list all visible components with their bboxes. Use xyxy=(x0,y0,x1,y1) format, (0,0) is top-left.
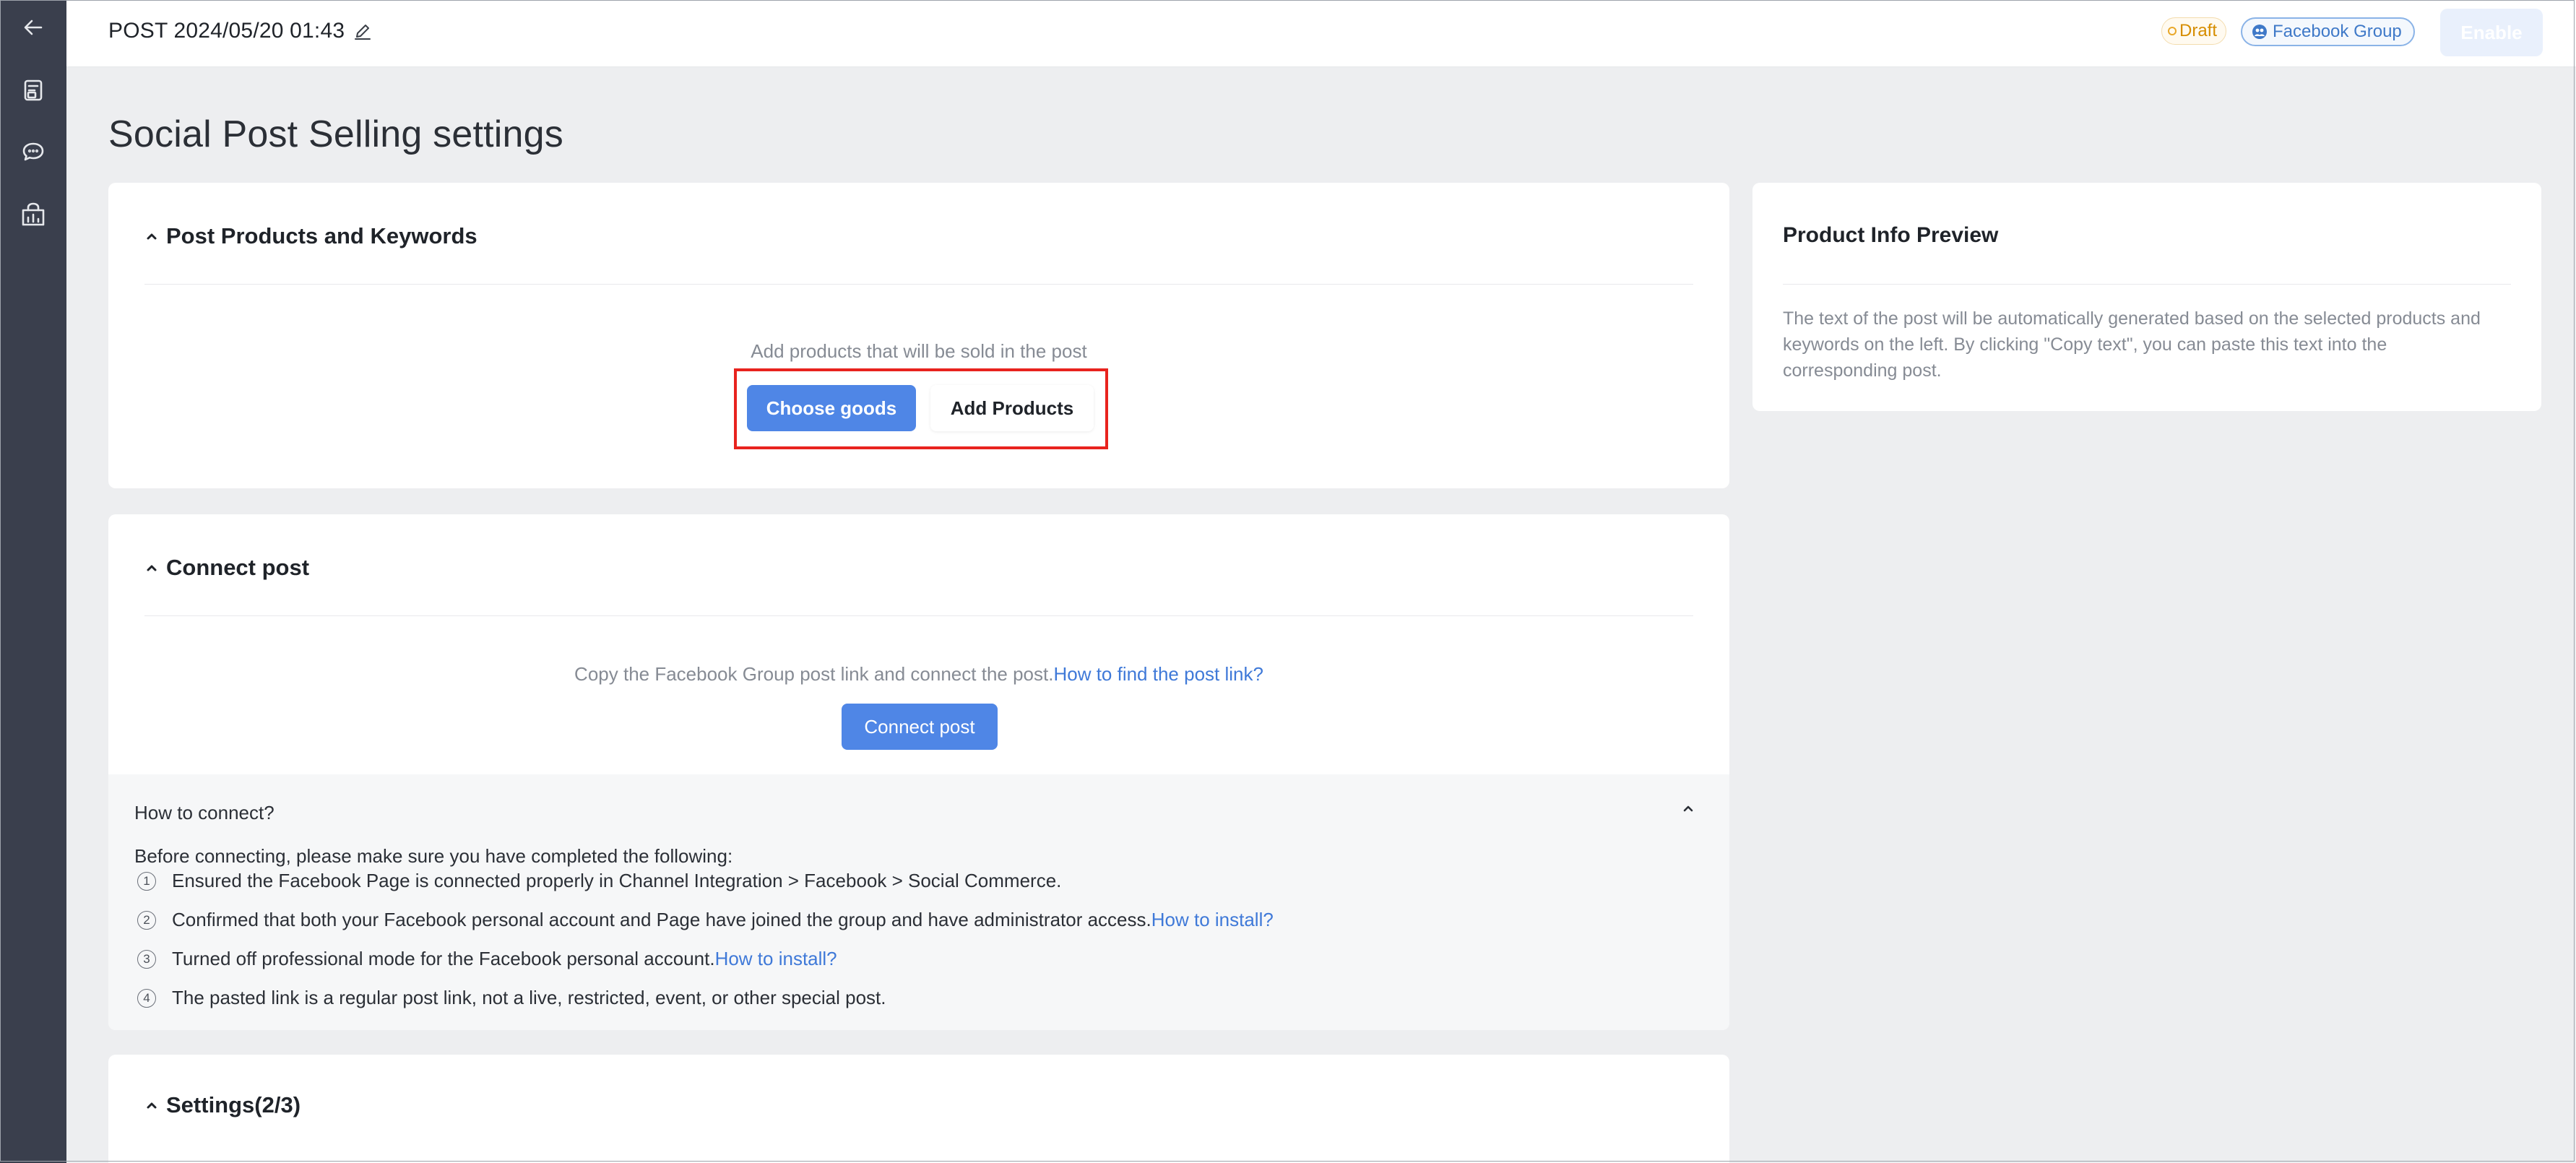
how-to-install-link[interactable]: How to install? xyxy=(715,948,837,969)
how-to-connect-panel: How to connect? Before connecting, pleas… xyxy=(108,774,1729,1030)
divider xyxy=(144,615,1693,616)
list-item: 1 Ensured the Facebook Page is connected… xyxy=(137,870,1061,892)
enable-button[interactable]: Enable xyxy=(2440,9,2543,56)
divider xyxy=(1783,284,2511,285)
connect-card: Connect post Copy the Facebook Group pos… xyxy=(108,514,1729,1030)
step-number: 4 xyxy=(137,988,156,1008)
preview-card: Product Info Preview The text of the pos… xyxy=(1752,183,2541,411)
status-dot-icon xyxy=(2168,27,2177,35)
highlight-annotation xyxy=(734,368,1108,449)
list-item: 2 Confirmed that both your Facebook pers… xyxy=(137,909,1274,931)
chevron-up-icon[interactable] xyxy=(1680,800,1696,816)
step-text: Ensured the Facebook Page is connected p… xyxy=(172,870,1062,891)
connect-hint-text: Copy the Facebook Group post link and co… xyxy=(574,663,1054,685)
chevron-up-icon xyxy=(147,233,157,240)
step-text: The pasted link is a regular post link, … xyxy=(172,987,886,1008)
facebook-group-icon xyxy=(2252,25,2267,39)
how-to-intro: Before connecting, please make sure you … xyxy=(134,845,733,867)
back-arrow-icon xyxy=(24,20,43,35)
status-badge: Draft xyxy=(2161,17,2227,45)
step-number: 1 xyxy=(137,871,156,891)
divider xyxy=(144,284,1693,285)
settings-section-title: Settings(2/3) xyxy=(166,1092,301,1117)
chevron-up-icon xyxy=(147,565,157,571)
chat-icon xyxy=(22,142,44,161)
how-to-connect-title: How to connect? xyxy=(134,802,275,823)
list-item: 3 Turned off professional mode for the F… xyxy=(137,948,837,970)
find-post-link[interactable]: How to find the post link? xyxy=(1053,663,1263,685)
post-title: POST 2024/05/20 01:43 xyxy=(108,19,345,43)
preview-text: The text of the post will be automatical… xyxy=(1783,308,2481,381)
connect-hint: Copy the Facebook Group post link and co… xyxy=(108,663,1729,686)
rail-item-messages[interactable] xyxy=(0,126,66,177)
products-section-title: Post Products and Keywords xyxy=(166,223,477,248)
step-number: 2 xyxy=(137,910,156,930)
products-section-header[interactable]: Post Products and Keywords xyxy=(144,223,477,249)
shop-analytics-icon xyxy=(22,202,45,226)
connect-section-title: Connect post xyxy=(166,555,310,580)
list-item: 4 The pasted link is a regular post link… xyxy=(137,987,886,1009)
preview-title: Product Info Preview xyxy=(1783,223,1999,247)
products-hint: Add products that will be sold in the po… xyxy=(751,340,1087,362)
top-bar: POST 2024/05/20 01:43 Draft Facebook Gro… xyxy=(66,0,2576,67)
document-icon xyxy=(24,79,43,101)
rail-item-posts[interactable] xyxy=(0,65,66,116)
channel-badge-label: Facebook Group xyxy=(2273,22,2402,41)
step-text: Confirmed that both your Facebook person… xyxy=(172,909,1151,930)
status-badge-label: Draft xyxy=(2179,21,2218,40)
how-to-install-link[interactable]: How to install? xyxy=(1151,909,1274,930)
left-rail xyxy=(0,0,66,1163)
pencil-icon[interactable] xyxy=(353,21,373,41)
connect-post-button[interactable]: Connect post xyxy=(842,704,998,750)
page-title: Social Post Selling settings xyxy=(108,113,563,155)
chevron-up-icon xyxy=(147,1102,157,1109)
step-text: Turned off professional mode for the Fac… xyxy=(172,948,715,969)
channel-badge: Facebook Group xyxy=(2241,17,2415,46)
settings-section-header[interactable]: Settings(2/3) xyxy=(144,1092,301,1118)
connect-section-header[interactable]: Connect post xyxy=(144,555,309,581)
settings-card: Settings(2/3) xyxy=(108,1055,1729,1163)
rail-item-shop[interactable] xyxy=(0,189,66,240)
back-button[interactable] xyxy=(0,2,66,53)
step-number: 3 xyxy=(137,949,156,969)
